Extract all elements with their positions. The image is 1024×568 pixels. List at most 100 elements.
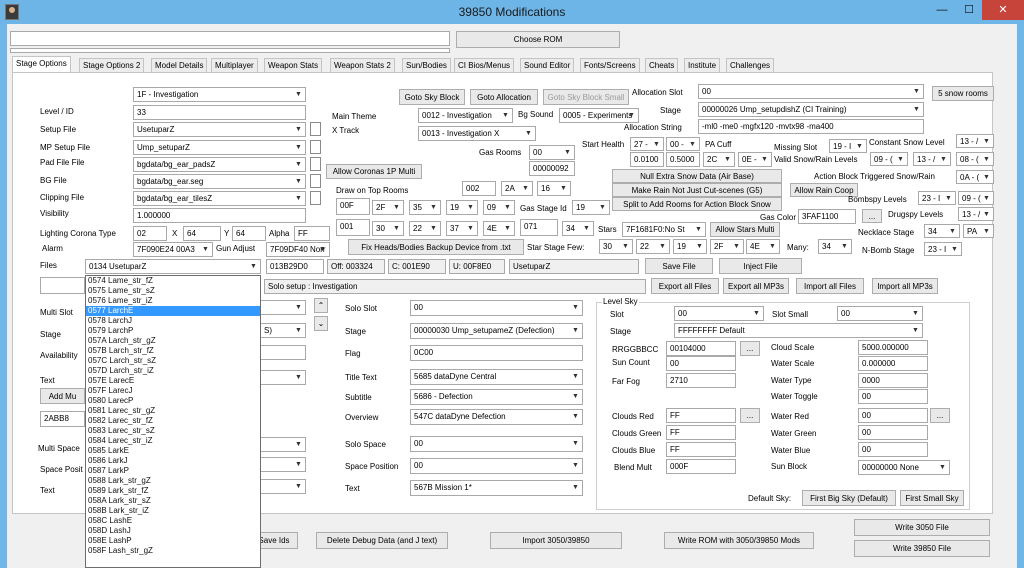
export-all-files-button[interactable]: Export all Files: [651, 278, 719, 294]
files-list-item[interactable]: 0579 LarchP: [86, 326, 260, 336]
pad-file-checkbox[interactable]: [310, 157, 321, 171]
slot-small-select[interactable]: 00 ▼: [837, 306, 923, 321]
gas-rooms-value-field[interactable]: 00000092: [529, 161, 575, 176]
files-list-item[interactable]: 058A Lark_str_sZ: [86, 496, 260, 506]
files-list-item[interactable]: 057C Larch_str_sZ: [86, 356, 260, 366]
files-select[interactable]: 0134 UsetuparZ ▼: [85, 259, 261, 274]
multi-text2-select[interactable]: ▼: [260, 479, 306, 494]
corona-x-field[interactable]: 64: [183, 226, 221, 241]
pa-cuff-select-a[interactable]: 2C ▼: [703, 152, 735, 167]
room-row2-select-b[interactable]: 30 ▼: [372, 221, 404, 236]
tab-sound-editor[interactable]: Sound Editor: [520, 58, 575, 73]
tab-weapon-stats-2[interactable]: Weapon Stats 2: [330, 58, 395, 73]
value-field-a[interactable]: 0.0100: [630, 152, 664, 167]
files-list-item[interactable]: 0584 Larec_str_iZ: [86, 436, 260, 446]
move-down-button[interactable]: ⌄: [314, 316, 328, 331]
tab-weapon-stats[interactable]: Weapon Stats: [264, 58, 323, 73]
clouds-red-field[interactable]: FF: [666, 408, 736, 423]
stars-select[interactable]: 7F1681F0:No St ▼: [622, 222, 706, 237]
room-row1-select-c[interactable]: 35 ▼: [409, 200, 441, 215]
goto-allocation-button[interactable]: Goto Allocation: [470, 89, 538, 105]
water-color-picker-button[interactable]: ...: [930, 408, 950, 423]
tab-ci-bios-menus[interactable]: CI Bios/Menus: [454, 58, 515, 73]
file-pointer-field[interactable]: 013B29D0: [266, 259, 324, 274]
action-block-select[interactable]: 0A - (▼: [956, 170, 994, 184]
gas-color-picker-button[interactable]: ...: [862, 209, 882, 223]
files-list-item[interactable]: 0586 LarkJ: [86, 456, 260, 466]
files-list-item[interactable]: 057A Larch_str_gZ: [86, 336, 260, 346]
files-list-item[interactable]: 057B Larch_str_fZ: [86, 346, 260, 356]
drugspy-select[interactable]: 13 - / ▼: [958, 207, 994, 221]
fix-heads-button[interactable]: Fix Heads/Bodies Backup Device from .txt: [348, 239, 524, 255]
tab-model-details[interactable]: Model Details: [151, 58, 208, 73]
x-track-select[interactable]: 0013 - Investigation X ▼: [418, 126, 536, 141]
tab-stage-options-2[interactable]: Stage Options 2: [79, 58, 145, 73]
multi-field[interactable]: [40, 277, 85, 294]
setup-file-checkbox[interactable]: [310, 122, 321, 136]
space-position-select[interactable]: ▼: [260, 457, 306, 472]
water-blue-field[interactable]: 00: [858, 442, 928, 457]
solo-slot-select[interactable]: 00 ▼: [410, 300, 583, 316]
alpha-field[interactable]: FF: [294, 226, 330, 241]
water-red-field[interactable]: 00: [858, 408, 928, 423]
clipping-file-checkbox[interactable]: [310, 191, 321, 205]
gun-adjust-select[interactable]: 7F09DF40 Norr ▼: [266, 242, 330, 257]
files-list-item[interactable]: 0581 Larec_str_gZ: [86, 406, 260, 416]
null-snow-button[interactable]: Null Extra Snow Data (Air Base): [612, 169, 782, 183]
minimize-button[interactable]: —: [928, 0, 956, 20]
water-type-field[interactable]: 0000: [858, 373, 928, 388]
maximize-button[interactable]: ☐: [956, 0, 982, 20]
split-add-rooms-button[interactable]: Split to Add Rooms for Action Block Snow: [612, 197, 782, 211]
write-3050-file-button[interactable]: Write 3050 File: [854, 519, 990, 536]
gas-rooms-select[interactable]: 00 ▼: [529, 145, 575, 160]
files-list-item[interactable]: 0576 Lame_str_iZ: [86, 296, 260, 306]
allocation-slot-select[interactable]: 00 ▼: [698, 84, 924, 99]
tab-stage-options[interactable]: Stage Options: [12, 56, 71, 73]
far-fog-field[interactable]: 2710: [666, 373, 736, 388]
valid-snow-select-a[interactable]: 09 - (▼: [870, 152, 908, 166]
visibility-field[interactable]: 1.000000: [133, 208, 306, 223]
tab-sun-bodies[interactable]: Sun/Bodies: [402, 58, 451, 73]
necklace-select[interactable]: 34 ▼: [924, 224, 960, 238]
tab-fonts-screens[interactable]: Fonts/Screens: [580, 58, 640, 73]
import-all-files-button[interactable]: Import all Files: [796, 278, 864, 294]
room-row2-select-e[interactable]: 4E ▼: [483, 221, 515, 236]
start-health-select-a[interactable]: 27 - ▼: [630, 137, 664, 151]
files-list-item[interactable]: 0577 LarchE: [86, 306, 260, 316]
write-rom-button[interactable]: Write ROM with 3050/39850 Mods: [664, 532, 814, 549]
mp-setup-select[interactable]: Ump_setuparZ ▼: [133, 140, 306, 155]
ssf-select-c[interactable]: 19 ▼: [673, 239, 707, 254]
ssf-select-e[interactable]: 4E ▼: [746, 239, 780, 254]
sun-count-field[interactable]: 00: [666, 356, 736, 371]
gas-stage-id-select[interactable]: 19 ▼: [572, 200, 610, 215]
flag-field[interactable]: 0C00: [410, 345, 583, 361]
start-health-select-b[interactable]: 00 - ▼: [666, 137, 700, 151]
room-row2-select-g[interactable]: 34 ▼: [562, 221, 594, 236]
import-3050-button[interactable]: Import 3050/39850: [490, 532, 622, 549]
make-rain-button[interactable]: Make Rain Not Just Cut-scenes (G5): [612, 183, 782, 197]
files-list-item[interactable]: 0575 Lame_str_sZ: [86, 286, 260, 296]
delete-debug-button[interactable]: Delete Debug Data (and J text): [316, 532, 448, 549]
sky-slot-select[interactable]: 00 ▼: [674, 306, 764, 321]
close-button[interactable]: ✕: [982, 0, 1024, 20]
files-list-item[interactable]: 0589 Lark_str_fZ: [86, 486, 260, 496]
inject-file-button[interactable]: Inject File: [719, 258, 802, 274]
room-row1-select-d[interactable]: 19 ▼: [446, 200, 478, 215]
rrggbbcc-field[interactable]: 00104000: [666, 341, 736, 356]
valid-snow-select-b[interactable]: 13 - / ▼: [913, 152, 951, 166]
alarm-select[interactable]: 7F090E24 00A3 ▼: [133, 242, 213, 257]
corona-y-field[interactable]: 64: [232, 226, 266, 241]
ssf-select-a[interactable]: 30 ▼: [599, 239, 633, 254]
room-row2-field-a[interactable]: 001: [336, 219, 370, 236]
draw-top-select-c[interactable]: 16 ▼: [537, 181, 571, 196]
missing-slot-select[interactable]: 19 - I ▼: [829, 139, 867, 153]
save-file-button[interactable]: Save File: [645, 258, 713, 274]
room-row2-select-c[interactable]: 22 ▼: [409, 221, 441, 236]
nbomb-select[interactable]: 23 - I ▼: [924, 242, 962, 256]
sun-block-select[interactable]: 00000000 None ▼: [858, 460, 950, 475]
multi-text-select[interactable]: ▼: [260, 370, 306, 385]
files-list-item[interactable]: 058F Lash_str_gZ: [86, 546, 260, 556]
main-theme-select[interactable]: 0012 - Investigation ▼: [418, 108, 513, 123]
corona-type-field[interactable]: 02: [133, 226, 167, 241]
move-up-button[interactable]: ⌃: [314, 298, 328, 313]
